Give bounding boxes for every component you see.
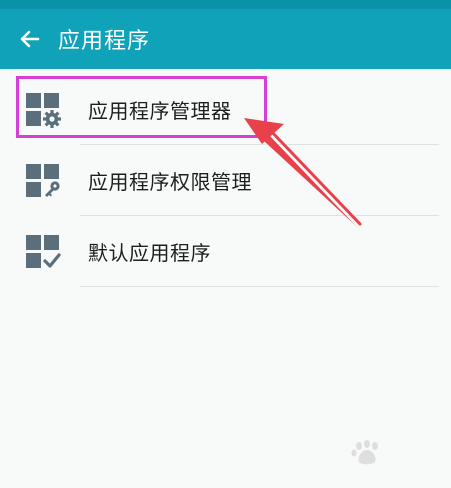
screen: 应用程序 应用程序管理器 应用程序权限管理 默认应用程序 [0, 0, 451, 488]
apps-key-icon [26, 163, 60, 197]
apps-check-icon [26, 234, 61, 268]
back-button[interactable] [0, 9, 60, 69]
app-bar: 应用程序 [0, 9, 451, 69]
apps-gear-icon [26, 92, 61, 128]
status-bar [0, 0, 451, 9]
arrow-left-icon [20, 30, 40, 48]
page-title: 应用程序 [58, 29, 151, 54]
settings-list: 应用程序管理器 应用程序权限管理 默认应用程序 [0, 74, 451, 287]
list-item-app-manager[interactable]: 应用程序管理器 [0, 74, 451, 145]
divider [80, 286, 439, 287]
paw-logo [351, 440, 378, 465]
baidu-watermark [343, 438, 443, 478]
list-item-label: 应用程序权限管理 [88, 170, 252, 194]
list-item-label: 应用程序管理器 [88, 99, 232, 123]
list-item-default-apps[interactable]: 默认应用程序 [0, 216, 451, 287]
list-item-label: 默认应用程序 [88, 241, 211, 265]
list-item-app-permissions[interactable]: 应用程序权限管理 [0, 145, 451, 216]
